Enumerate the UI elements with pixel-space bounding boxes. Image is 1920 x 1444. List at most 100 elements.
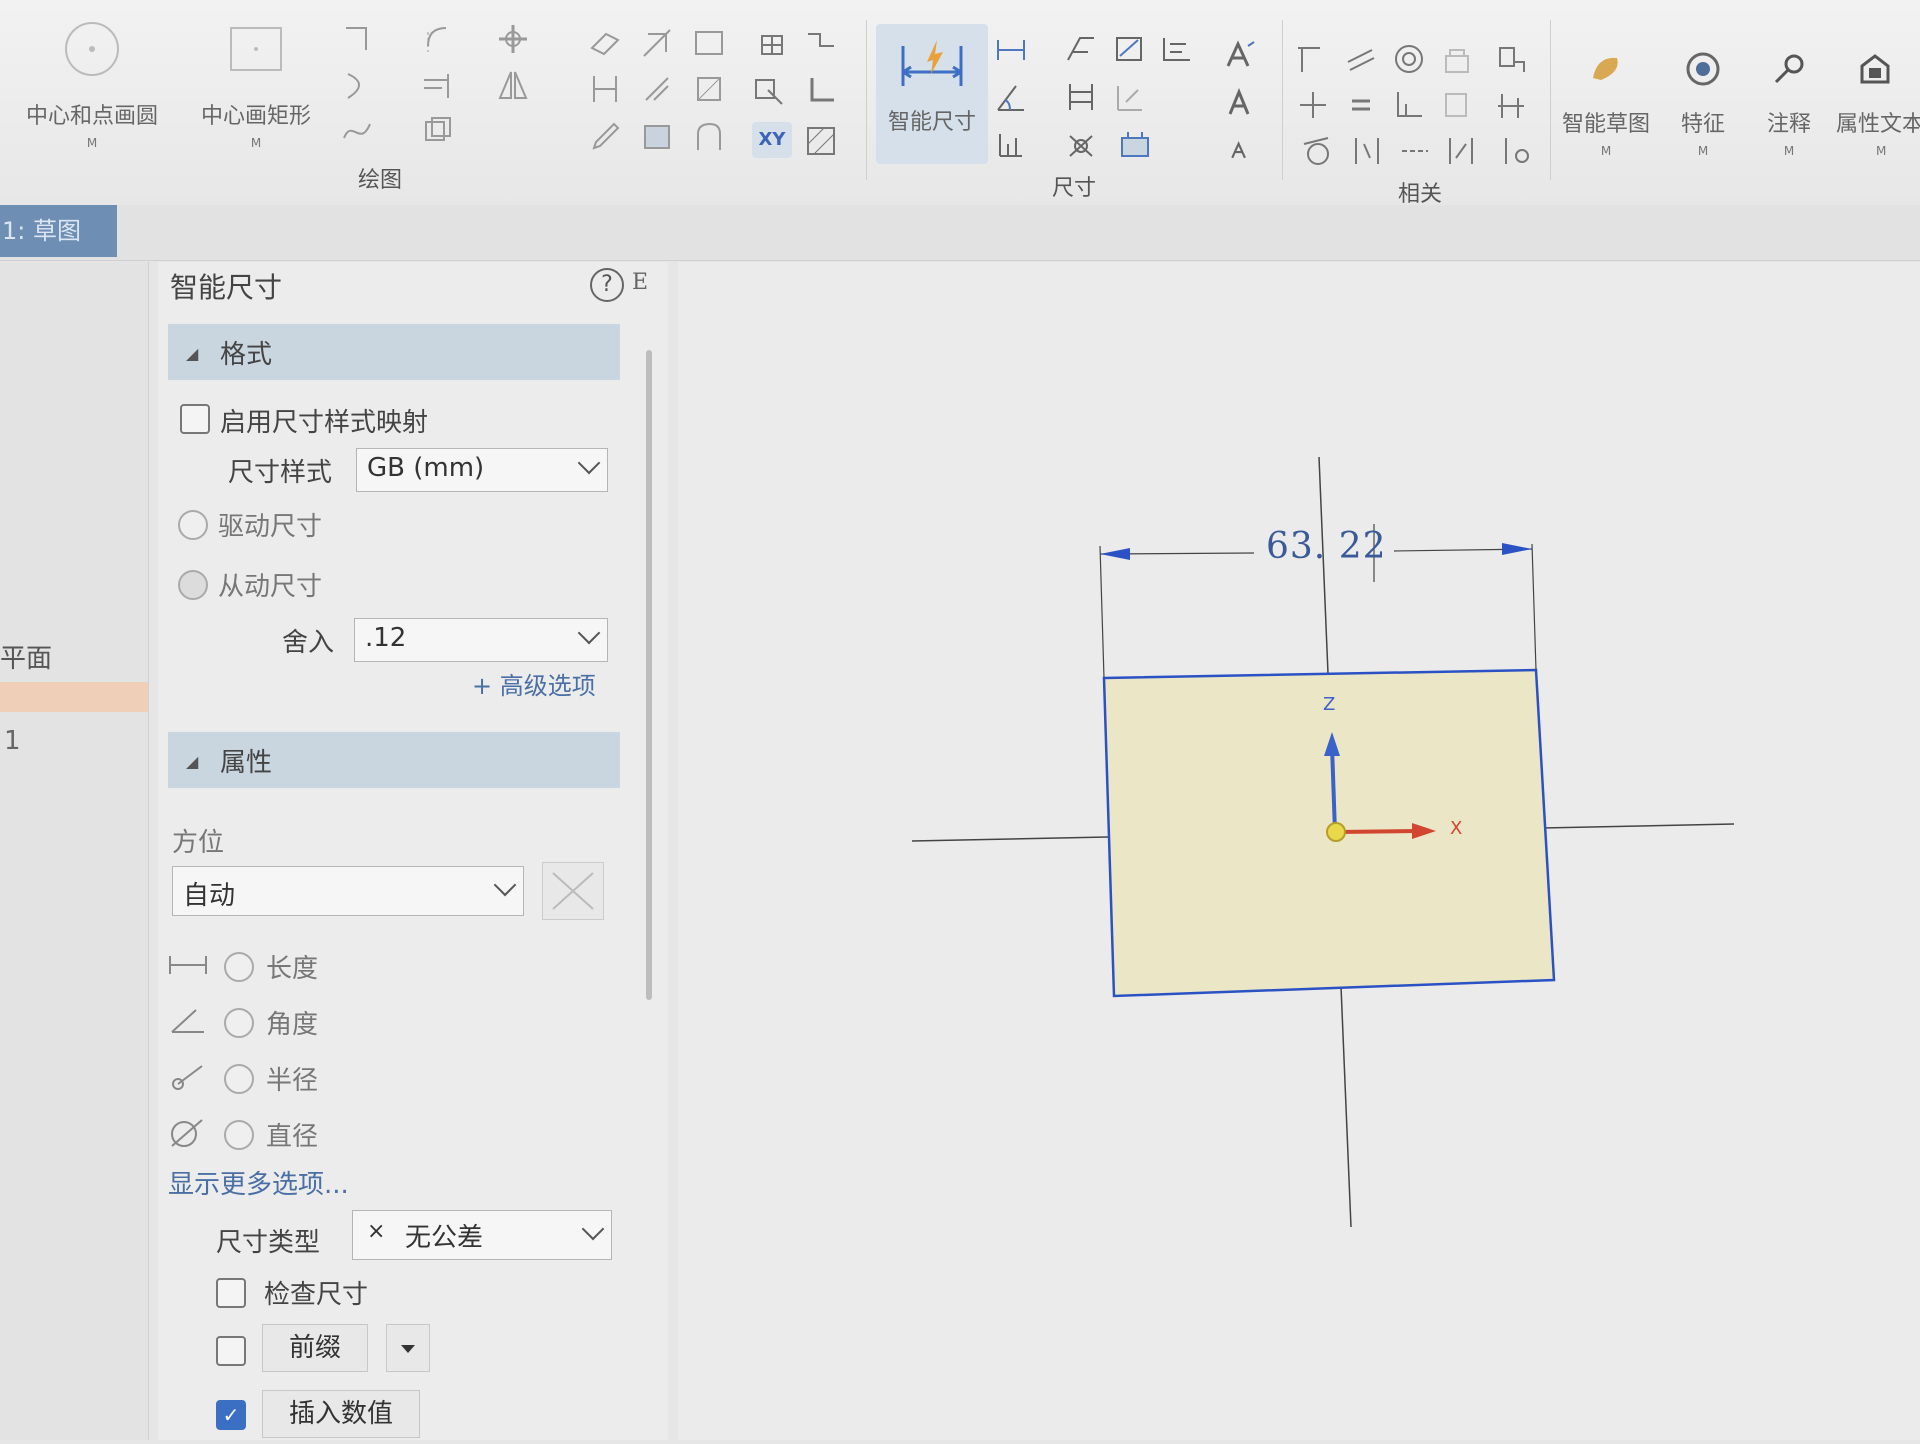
angle-dim-icon[interactable] (994, 80, 1028, 114)
prefix-button[interactable]: 前缀 (262, 1324, 368, 1372)
check-dimension-checkbox[interactable] (216, 1278, 246, 1308)
enable-mapping-checkbox[interactable] (180, 404, 210, 434)
stretch-icon[interactable] (640, 72, 674, 106)
smart-dimension-panel: 智能尺寸 ? E ◢ 格式 启用尺寸样式映射 尺寸样式 GB (mm) 驱动尺寸… (158, 262, 668, 1440)
mirror-icon[interactable] (496, 68, 530, 102)
length-radio[interactable] (224, 952, 254, 982)
prefix-checkbox[interactable] (216, 1336, 246, 1366)
tangent-arc-icon[interactable] (692, 120, 726, 154)
dim-type-value: 无公差 (405, 1223, 484, 1253)
circle-center-point-tool[interactable]: 中心和点画圆 M (6, 18, 178, 150)
round-select[interactable]: .12 (354, 618, 608, 662)
spline-icon[interactable] (340, 114, 374, 148)
coordinate-dim-icon[interactable] (1112, 80, 1146, 114)
radius-radio[interactable] (224, 1064, 254, 1094)
tangent-icon[interactable] (1300, 134, 1334, 168)
fillet-icon[interactable] (420, 22, 454, 56)
arc-icon[interactable] (340, 68, 374, 102)
driving-dimension-radio[interactable] (178, 510, 208, 540)
baseline-dim-icon[interactable] (1160, 32, 1194, 66)
horizontal-dim-icon[interactable] (994, 32, 1028, 66)
tree-item-highlight[interactable] (0, 682, 148, 712)
rigid-set-icon[interactable] (1440, 88, 1474, 122)
dimension-group-icon[interactable] (1118, 128, 1152, 162)
scale-icon[interactable] (640, 26, 674, 60)
chevron-down-icon (581, 1217, 605, 1241)
tree-item-one[interactable]: 1 (4, 726, 21, 756)
more-marker: M (1876, 144, 1887, 158)
help-icon[interactable]: ? (590, 268, 624, 302)
fix-icon[interactable] (1500, 134, 1534, 168)
smart-sketch-label: 智能草图 (1561, 112, 1650, 137)
axis-icon[interactable] (804, 74, 838, 108)
diameter-radio[interactable] (224, 1120, 254, 1150)
convert-icon[interactable] (692, 72, 726, 106)
pattern-icon[interactable] (588, 26, 622, 60)
more-marker: M (1600, 144, 1612, 158)
property-text-button[interactable]: 属性文本 M (1836, 50, 1920, 158)
driven-dimension-radio[interactable] (178, 570, 208, 600)
concentric-icon[interactable] (1392, 42, 1426, 76)
format-section-header[interactable]: ◢ 格式 (168, 324, 620, 380)
connect-icon[interactable] (1296, 88, 1330, 122)
offset-icon[interactable] (420, 114, 454, 148)
chamfer-dim-icon[interactable] (1064, 32, 1098, 66)
symmetric-dim-icon[interactable] (1064, 128, 1098, 162)
text-style-icon[interactable] (1224, 86, 1258, 120)
insert-value-button[interactable]: 插入数值 (262, 1390, 420, 1438)
annotation-button[interactable]: 注释 M (1744, 50, 1834, 158)
sketch-canvas[interactable]: 63. 22 Z X (678, 262, 1920, 1440)
more-marker: M (1783, 144, 1795, 158)
midpoint-icon[interactable] (1398, 134, 1432, 168)
dimension-value-text[interactable]: 63. 22 (1266, 526, 1387, 567)
line-icon[interactable] (340, 22, 374, 56)
prefix-dropdown-button[interactable] (386, 1324, 430, 1372)
fill-icon[interactable] (640, 120, 674, 154)
smart-dimension-label: 智能尺寸 (887, 110, 976, 135)
relation-handle-icon[interactable] (1494, 42, 1528, 76)
horizontal-vertical-icon[interactable] (1392, 88, 1426, 122)
chain-dim-icon[interactable] (1064, 80, 1098, 114)
tab-sketch[interactable]: 1: 草图 (0, 205, 117, 257)
symmetric-icon[interactable] (1350, 134, 1384, 168)
xy-plane-button[interactable]: XY (752, 122, 792, 158)
x-axis-arrow (1337, 829, 1419, 834)
text-size-down-icon[interactable] (1228, 138, 1252, 162)
orientation-select[interactable]: 自动 (172, 866, 524, 916)
show-more-options-link[interactable]: 显示更多选项... (168, 1164, 349, 1201)
properties-section-header[interactable]: ◢ 属性 (168, 732, 620, 788)
panel-scrollbar[interactable] (646, 350, 652, 1000)
extension-line-right (1531, 543, 1537, 671)
equal-icon[interactable] (1344, 88, 1378, 122)
project-icon[interactable] (752, 74, 786, 108)
table-insert-icon[interactable] (752, 26, 786, 60)
mirror-relate-icon[interactable] (1444, 134, 1478, 168)
rectangle-icon[interactable] (692, 26, 726, 60)
smart-sketch-button[interactable]: 智能草图 M (1556, 50, 1656, 158)
lock-icon[interactable] (1440, 42, 1474, 76)
insert-value-checkbox[interactable]: ✓ (216, 1400, 246, 1430)
orientation-pick-icon[interactable] (542, 862, 604, 920)
dim-type-select[interactable]: × 无公差 (352, 1210, 612, 1260)
align-icon[interactable] (804, 26, 838, 60)
ordinate-dim-icon[interactable] (994, 128, 1028, 162)
point-grid-icon[interactable] (588, 72, 622, 106)
angle-radio[interactable] (224, 1008, 254, 1038)
pencil-icon[interactable] (588, 120, 622, 154)
text-size-up-icon[interactable] (1224, 38, 1258, 72)
perpendicular-icon[interactable] (1292, 42, 1326, 76)
dim-type-label: 尺寸类型 (216, 1228, 321, 1258)
smart-dimension-button[interactable]: 智能尺寸 (876, 24, 988, 164)
trim-icon[interactable] (420, 68, 454, 102)
chevron-down-icon (493, 873, 517, 897)
center-rectangle-tool[interactable]: 中心画矩形 M (186, 18, 326, 150)
collinear-icon[interactable] (1494, 88, 1528, 122)
radial-dim-icon[interactable] (1112, 32, 1146, 66)
move-icon[interactable] (496, 22, 530, 56)
dim-style-select[interactable]: GB (mm) (356, 448, 608, 492)
tree-item-plane[interactable]: 平面 (0, 638, 52, 675)
parallel-icon[interactable] (1344, 42, 1378, 76)
advanced-options-link[interactable]: + 高级选项 (472, 666, 596, 701)
hatch-icon[interactable] (804, 124, 838, 158)
feature-button[interactable]: 特征 M (1660, 50, 1746, 158)
